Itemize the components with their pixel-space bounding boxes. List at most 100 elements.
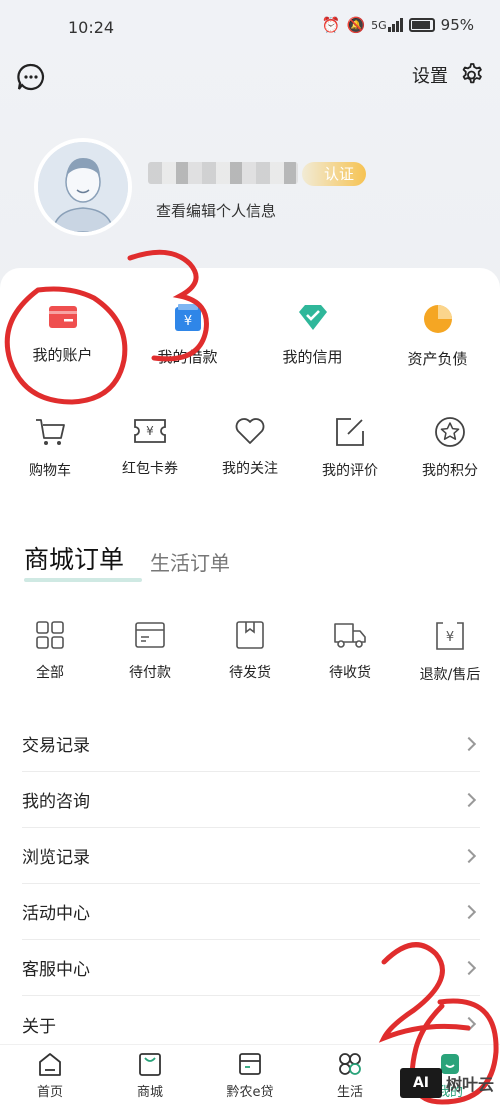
svg-text:¥: ¥ [446,630,454,645]
loan-icon [239,1053,261,1075]
card-icon [48,306,77,328]
pending-shipment-item[interactable]: 待发货 [200,620,300,684]
my-account-label: 我的账户 [32,346,93,364]
menu-item-consultations[interactable]: 我的咨询 [22,772,480,828]
tab-mall-orders[interactable]: 商城订单 [24,540,143,582]
assets-liabilities-item[interactable]: 资产负债 [375,304,500,369]
watermark: AI 树叶云 [399,1068,494,1098]
my-credit-item[interactable]: 我的信用 [250,304,375,369]
svg-text:¥: ¥ [183,314,191,329]
cart-icon [36,419,65,445]
username-blurred [148,162,298,184]
clover-icon [339,1053,361,1075]
nav-loan[interactable]: 黔农e贷 [200,1045,300,1106]
settings-button[interactable]: 设置 [412,62,484,88]
status-bar: 10:24 ⏰ 🔕 5G 95% [0,0,500,56]
nav-home[interactable]: 首页 [0,1045,100,1106]
nav-mall-label: 商城 [136,1085,163,1100]
finance-row: 我的账户 ¥ 我的借款 我的信用 资产负债 [0,304,500,369]
signal-icon: 5G [371,18,403,32]
cart-label: 购物车 [29,463,71,479]
edit-profile-link[interactable]: 查看编辑个人信息 [156,200,276,221]
signal-label: 5G [371,19,387,32]
pending-payment-item[interactable]: 待付款 [100,620,200,684]
alarm-icon: ⏰ [321,16,341,34]
all-orders-label: 全部 [36,665,64,681]
menu-item-label: 浏览记录 [22,848,90,868]
coupon-icon: ¥ [134,419,166,443]
assets-liabilities-label: 资产负债 [407,350,468,368]
loan-wallet-icon: ¥ [174,304,201,331]
menu-item-label: 客服中心 [22,960,90,980]
settings-label: 设置 [412,66,448,87]
battery-icon [408,18,435,32]
refund-label: 退款/售后 [419,667,481,683]
profile-section[interactable]: 认证 查看编辑个人信息 [34,138,474,238]
heart-icon [235,418,265,444]
edit-icon [336,418,364,446]
pending-receipt-item[interactable]: 待收货 [300,620,400,684]
home-icon [39,1053,61,1076]
menu-item-label: 关于 [22,1016,56,1037]
cart-item[interactable]: 购物车 [0,416,100,480]
menu-list: 交易记录 我的咨询 浏览记录 活动中心 客服中心 关于 [22,716,480,1052]
follow-item[interactable]: 我的关注 [200,416,300,480]
verify-badge[interactable]: 认证 [302,162,367,186]
refund-item[interactable]: ¥ 退款/售后 [400,620,500,684]
my-loan-item[interactable]: ¥ 我的借款 [125,304,250,369]
avatar[interactable] [34,138,132,236]
diamond-check-icon [298,305,327,330]
avatar-illustration [38,142,128,232]
status-time: 10:24 [68,18,115,37]
chevron-right-icon [461,1016,477,1032]
points-label: 我的积分 [422,463,478,479]
orders-row: 全部 待付款 待发货 待收货 ¥ 退款/售后 [0,620,500,684]
my-account-item[interactable]: 我的账户 [0,304,125,369]
nav-loan-label: 黔农e贷 [226,1085,274,1100]
message-icon[interactable] [16,62,46,92]
menu-item-customer-service[interactable]: 客服中心 [22,940,480,996]
status-icons: ⏰ 🔕 5G 95% [322,16,474,34]
chevron-right-icon [461,848,477,863]
all-orders-item[interactable]: 全部 [0,620,100,684]
pending-payment-label: 待付款 [129,665,171,681]
truck-icon [334,623,366,648]
points-item[interactable]: 我的积分 [400,416,500,480]
coupon-label: 红包卡券 [122,461,178,477]
menu-item-transactions[interactable]: 交易记录 [22,716,480,772]
chevron-right-icon [461,960,477,975]
menu-item-label: 活动中心 [22,904,90,924]
grid-icon [36,621,64,649]
mute-icon: 🔕 [346,16,366,34]
my-loan-label: 我的借款 [157,348,218,366]
review-item[interactable]: 我的评价 [300,416,400,480]
menu-item-label: 我的咨询 [22,792,90,812]
star-icon [435,417,465,447]
chevron-right-icon [461,736,477,751]
nav-life-label: 生活 [336,1085,363,1100]
box-icon [236,621,264,649]
follow-label: 我的关注 [222,461,278,477]
pending-shipment-label: 待发货 [229,665,271,681]
nav-mall[interactable]: 商城 [100,1045,200,1106]
chevron-right-icon [461,792,477,807]
nav-home-label: 首页 [36,1085,63,1100]
chevron-right-icon [461,904,477,919]
services-row: 购物车 ¥ 红包卡券 我的关注 我的评价 我的积分 [0,416,500,480]
battery-percent: 95% [440,16,474,34]
order-tabs: 商城订单 生活订单 [24,540,230,582]
pie-chart-icon [423,305,452,333]
menu-item-activity-center[interactable]: 活动中心 [22,884,480,940]
review-label: 我的评价 [322,463,378,479]
menu-item-history[interactable]: 浏览记录 [22,828,480,884]
watermark-brand: 树叶云 [445,1075,494,1094]
menu-item-label: 交易记录 [22,736,90,756]
coupon-item[interactable]: ¥ 红包卡券 [100,416,200,480]
header-row: 设置 [0,58,500,98]
svg-text:¥: ¥ [146,424,154,438]
wallet-icon [135,622,165,648]
nav-life[interactable]: 生活 [300,1045,400,1106]
tab-life-orders[interactable]: 生活订单 [150,547,230,576]
pending-receipt-label: 待收货 [329,665,371,681]
watermark-logo: AI [399,1068,442,1098]
